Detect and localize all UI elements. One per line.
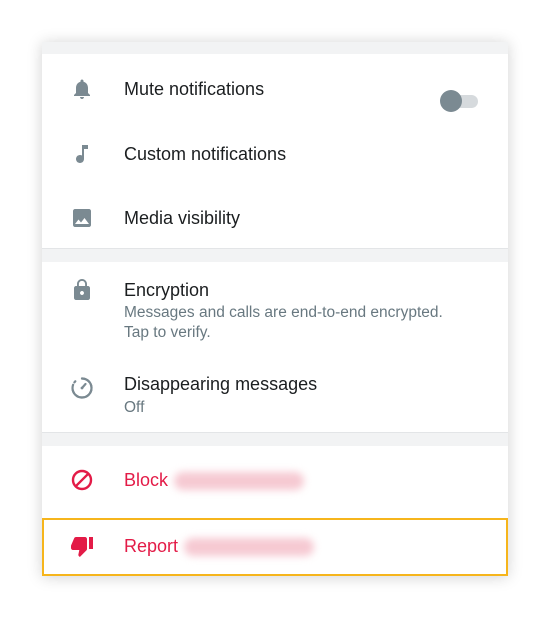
media-visibility-row[interactable]: Media visibility: [42, 186, 508, 248]
encryption-label: Encryption: [124, 280, 210, 300]
encryption-row[interactable]: Encryption Messages and calls are end-to…: [42, 262, 508, 354]
block-text: Block: [124, 470, 169, 490]
blurred-contact-name: [184, 538, 315, 557]
contact-info-panel: Mute notifications Custom notifications …: [42, 42, 508, 576]
mute-notifications-toggle[interactable]: [440, 90, 478, 112]
disappearing-messages-row[interactable]: Disappearing messages Off: [42, 354, 508, 432]
bell-icon: [70, 77, 94, 101]
image-icon: [70, 206, 94, 230]
danger-section: Block Report: [42, 446, 508, 576]
media-visibility-label: Media visibility: [124, 208, 241, 228]
mute-notifications-row[interactable]: Mute notifications: [42, 54, 508, 122]
notifications-section: Mute notifications Custom notifications …: [42, 54, 508, 249]
music-note-icon: [70, 142, 94, 166]
custom-notifications-label: Custom notifications: [124, 144, 287, 164]
block-label: Block: [124, 470, 305, 491]
timer-icon: [70, 376, 94, 400]
disappearing-messages-status: Off: [124, 399, 145, 416]
block-icon: [70, 468, 94, 492]
disappearing-messages-label: Disappearing messages: [124, 374, 318, 394]
privacy-section: Encryption Messages and calls are end-to…: [42, 262, 508, 433]
report-row[interactable]: Report: [42, 518, 508, 576]
lock-icon: [70, 278, 94, 302]
thumbs-down-icon: [70, 534, 94, 558]
block-row[interactable]: Block: [42, 446, 508, 514]
mute-notifications-label: Mute notifications: [124, 79, 265, 99]
report-text: Report: [124, 536, 179, 556]
custom-notifications-row[interactable]: Custom notifications: [42, 122, 508, 186]
report-label: Report: [124, 536, 315, 557]
blurred-contact-name: [174, 472, 305, 491]
encryption-description: Messages and calls are end-to-end encryp…: [124, 304, 443, 341]
